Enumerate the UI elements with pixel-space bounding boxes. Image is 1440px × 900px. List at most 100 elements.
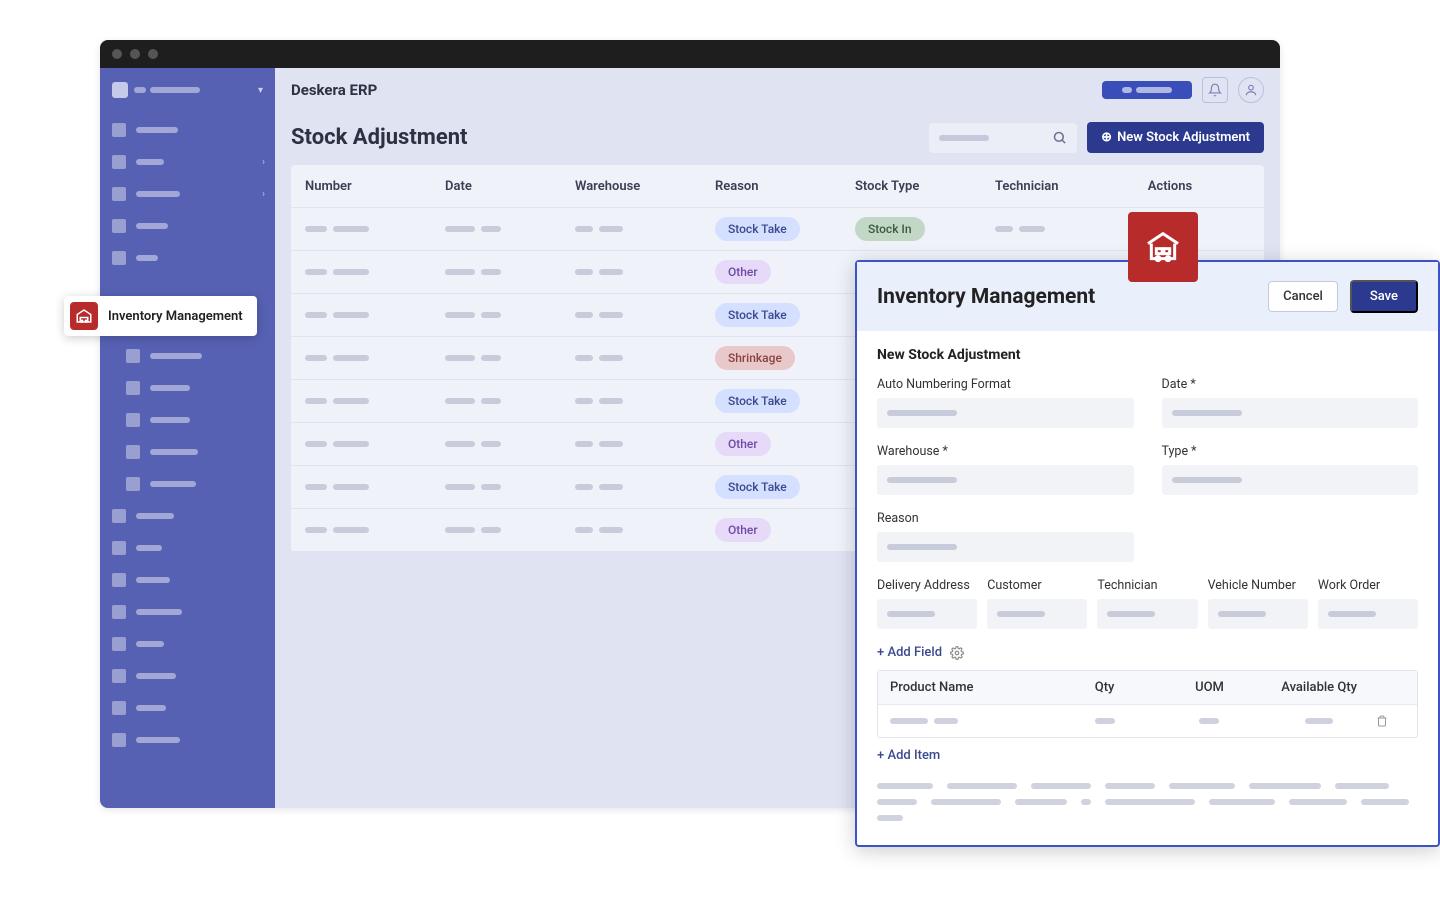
nav-item[interactable]: [100, 596, 275, 628]
nav-icon: [126, 381, 140, 395]
modal-subtitle: New Stock Adjustment: [877, 347, 1418, 363]
th-actions: Actions: [1130, 179, 1210, 194]
floating-nav-label: Inventory Management: [108, 309, 243, 324]
nav-icon: [126, 477, 140, 491]
label-workorder: Work Order: [1318, 578, 1418, 593]
input-workorder[interactable]: [1318, 599, 1418, 629]
pth-avail: Available Qty: [1262, 680, 1376, 695]
min-dot[interactable]: [130, 49, 140, 59]
sidebar: ▾ › ›: [100, 68, 275, 808]
reason-badge: Stock Take: [715, 303, 800, 327]
reason-badge: Other: [715, 432, 771, 456]
nav-item[interactable]: [100, 114, 275, 146]
add-item-link[interactable]: + Add Item: [877, 748, 1418, 763]
table-header: Number Date Warehouse Reason Stock Type …: [291, 165, 1264, 208]
cancel-button[interactable]: Cancel: [1268, 281, 1338, 312]
search-icon: [1052, 130, 1067, 145]
save-button[interactable]: Save: [1350, 280, 1418, 313]
input-reason[interactable]: [877, 532, 1134, 562]
reason-badge: Stock Take: [715, 475, 800, 499]
nav-item[interactable]: [100, 242, 275, 274]
org-switcher[interactable]: ▾: [100, 76, 275, 114]
gear-icon[interactable]: [950, 646, 964, 660]
nav-item[interactable]: [100, 500, 275, 532]
nav-icon: [112, 187, 126, 201]
nav-item[interactable]: [100, 532, 275, 564]
delete-row-icon[interactable]: [1376, 714, 1405, 728]
add-field-link[interactable]: + Add Field: [877, 645, 942, 660]
nav-sub-item[interactable]: [100, 340, 275, 372]
max-dot[interactable]: [148, 49, 158, 59]
nav-icon: [112, 155, 126, 169]
nav-item[interactable]: [100, 660, 275, 692]
label-customer: Customer: [987, 578, 1087, 593]
new-stock-adjustment-button[interactable]: ⊕ New Stock Adjustment: [1087, 122, 1264, 153]
nav-icon: [112, 123, 126, 137]
nav-sub-item[interactable]: [100, 372, 275, 404]
search-input[interactable]: [929, 123, 1077, 153]
nav-icon: [112, 605, 126, 619]
nav-item[interactable]: [100, 210, 275, 242]
titlebar: [100, 40, 1280, 68]
input-type[interactable]: [1162, 465, 1419, 495]
input-technician[interactable]: [1097, 599, 1197, 629]
user-avatar[interactable]: [1238, 77, 1264, 103]
nav-item[interactable]: [100, 724, 275, 756]
chevron-right-icon: ›: [262, 157, 265, 168]
pth-uom: UOM: [1157, 680, 1262, 695]
page-title: Stock Adjustment: [291, 125, 467, 150]
logo-icon: [112, 82, 128, 98]
nav-icon: [112, 509, 126, 523]
pth-product: Product Name: [890, 680, 1052, 695]
nav-icon: [112, 733, 126, 747]
reason-badge: Other: [715, 260, 771, 284]
modal-warehouse-icon: [1128, 212, 1198, 282]
input-date[interactable]: [1162, 398, 1419, 428]
nav-item[interactable]: [100, 564, 275, 596]
nav-icon: [112, 573, 126, 587]
nav-item[interactable]: ›: [100, 178, 275, 210]
reason-badge: Shrinkage: [715, 346, 795, 370]
nav-sub-item[interactable]: [100, 436, 275, 468]
nav-sub-item[interactable]: [100, 404, 275, 436]
topbar: Deskera ERP: [275, 68, 1280, 112]
th-number: Number: [305, 179, 445, 194]
nav-sub-item[interactable]: [100, 468, 275, 500]
nav-item[interactable]: [100, 628, 275, 660]
reason-badge: Stock Take: [715, 389, 800, 413]
close-dot[interactable]: [112, 49, 122, 59]
nav-icon: [112, 541, 126, 555]
th-stock-type: Stock Type: [855, 179, 995, 194]
sidebar-item-inventory-management[interactable]: Inventory Management: [64, 296, 257, 336]
label-warehouse: Warehouse *: [877, 444, 1134, 459]
primary-action[interactable]: [1102, 81, 1192, 99]
nav-item[interactable]: ›: [100, 146, 275, 178]
chevron-right-icon: ›: [262, 189, 265, 200]
table-row[interactable]: Stock TakeStock In⋯: [291, 208, 1264, 251]
pth-qty: Qty: [1052, 680, 1157, 695]
nav-icon: [112, 669, 126, 683]
new-stock-adjustment-modal: Inventory Management Cancel Save New Sto…: [855, 260, 1440, 847]
label-date: Date *: [1162, 377, 1419, 392]
label-technician: Technician: [1097, 578, 1197, 593]
th-reason: Reason: [715, 179, 855, 194]
input-vehicle[interactable]: [1208, 599, 1308, 629]
input-warehouse[interactable]: [877, 465, 1134, 495]
stock-type-badge: Stock In: [855, 217, 925, 241]
label-delivery: Delivery Address: [877, 578, 977, 593]
chevron-down-icon: ▾: [258, 85, 263, 96]
input-customer[interactable]: [987, 599, 1087, 629]
nav-item[interactable]: [100, 692, 275, 724]
nav-icon: [126, 349, 140, 363]
reason-badge: Stock Take: [715, 217, 800, 241]
nav-icon: [126, 445, 140, 459]
nav-icon: [112, 701, 126, 715]
plus-circle-icon: ⊕: [1101, 130, 1112, 145]
th-warehouse: Warehouse: [575, 179, 715, 194]
input-delivery[interactable]: [877, 599, 977, 629]
label-type: Type *: [1162, 444, 1419, 459]
nav-icon: [126, 413, 140, 427]
input-autonumber[interactable]: [877, 398, 1134, 428]
product-row[interactable]: [878, 705, 1417, 737]
notification-icon[interactable]: [1202, 77, 1228, 103]
